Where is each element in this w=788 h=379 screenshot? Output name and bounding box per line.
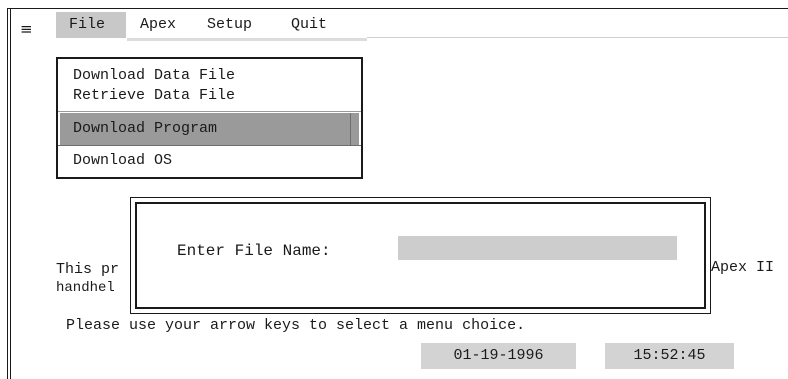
status-date: 01-19-1996 [421, 343, 576, 369]
background-text-line1: This pr [56, 261, 120, 278]
background-text-line1-right: Apex II [711, 259, 775, 276]
menu-item-download-data-file[interactable]: Download Data File [60, 67, 359, 85]
background-text-line2: handhel [56, 280, 115, 296]
instructions-text: Please use your arrow keys to select a m… [66, 317, 526, 334]
menu-quit[interactable]: Quit [291, 12, 327, 38]
menu-item-download-os[interactable]: Download OS [60, 147, 359, 175]
menu-apex[interactable]: Apex [140, 12, 176, 38]
file-name-input[interactable] [395, 236, 677, 260]
window-left-border [7, 8, 8, 379]
file-name-label: Enter File Name: [177, 242, 331, 260]
input-cursor-edge [395, 236, 398, 260]
menu-setup[interactable]: Setup [207, 12, 252, 38]
dialog-inner-frame: Enter File Name: [135, 202, 706, 309]
file-name-dialog: Enter File Name: [130, 197, 711, 314]
window-left-border-inner [10, 8, 11, 379]
menu-item-download-program[interactable]: Download Program [60, 113, 359, 145]
system-menu-icon[interactable]: ≡ [20, 20, 33, 38]
menu-item-retrieve-data-file[interactable]: Retrieve Data File [60, 87, 359, 105]
menu-separator [58, 145, 361, 146]
menu-bar-shadow [127, 38, 367, 41]
status-time: 15:52:45 [605, 343, 734, 369]
menu-bar-divider [367, 37, 788, 38]
menu-bar [11, 9, 788, 47]
menu-separator [58, 111, 361, 112]
file-dropdown-menu: Download Data File Retrieve Data File Do… [56, 57, 363, 179]
menu-file[interactable]: File [56, 12, 126, 38]
menu-highlight-edge [350, 113, 351, 145]
